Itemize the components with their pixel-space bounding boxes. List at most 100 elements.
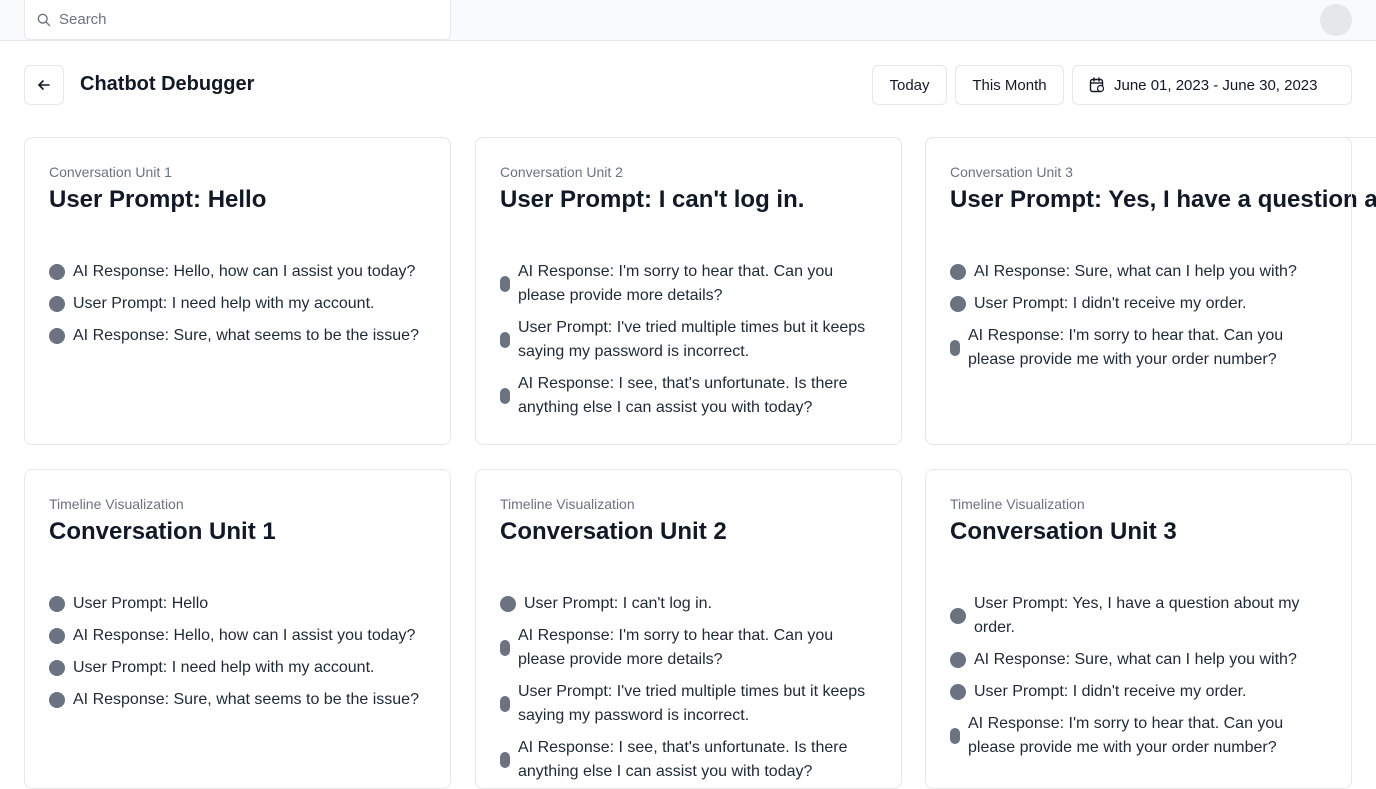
- timeline-list: User Prompt: Hello AI Response: Hello, ho…: [49, 592, 429, 720]
- this-month-button[interactable]: This Month: [955, 65, 1064, 105]
- message-text: AI Response: Hello, how can I assist you…: [73, 263, 416, 280]
- message-text: AI Response: Sure, what can I help you w…: [974, 263, 1297, 280]
- timeline-list: User Prompt: Yes, I have a question abou…: [950, 592, 1330, 768]
- date-range-label: June 01, 2023 - June 30, 2023: [1114, 76, 1318, 94]
- message-text: AI Response: Sure, what seems to be the …: [73, 691, 419, 708]
- card-title: Conversation Unit 1: [49, 518, 276, 545]
- timeline-card-3: Timeline Visualization Conversation Unit…: [925, 469, 1352, 789]
- timeline-dot-icon: [950, 684, 966, 700]
- calendar-icon: [1089, 77, 1105, 93]
- message-item: AI Response: Sure, what seems to be the …: [49, 688, 429, 712]
- timeline-dot-icon: [500, 596, 516, 612]
- message-item: User Prompt: Hello: [49, 592, 429, 616]
- card-title: User Prompt: I can't log in.: [500, 186, 805, 213]
- message-item: AI Response: I'm sorry to hear that. Can…: [500, 624, 880, 672]
- message-text: User Prompt: Yes, I have a question abou…: [974, 595, 1300, 636]
- message-item: User Prompt: I need help with my account…: [49, 656, 429, 680]
- message-item: AI Response: I see, that's unfortunate. …: [500, 736, 880, 784]
- date-range-picker[interactable]: June 01, 2023 - June 30, 2023: [1072, 65, 1352, 105]
- message-text: AI Response: I see, that's unfortunate. …: [518, 739, 848, 780]
- timeline-dot-icon: [500, 276, 510, 292]
- message-item: User Prompt: Yes, I have a question abou…: [950, 592, 1330, 640]
- message-item: AI Response: I see, that's unfortunate. …: [500, 372, 880, 420]
- conversation-card-2: Conversation Unit 2 User Prompt: I can't…: [475, 137, 902, 445]
- message-item: AI Response: I'm sorry to hear that. Can…: [950, 712, 1330, 760]
- timeline-list: User Prompt: I can't log in. AI Response:…: [500, 592, 880, 788]
- search-input[interactable]: [59, 11, 439, 28]
- timeline-dot-icon: [500, 696, 510, 712]
- timeline-dot-icon: [500, 640, 510, 656]
- message-text: User Prompt: I've tried multiple times b…: [518, 319, 866, 360]
- timeline-dot-icon: [950, 652, 966, 668]
- timeline-dot-icon: [500, 752, 510, 768]
- message-text: AI Response: Sure, what seems to be the …: [73, 327, 419, 344]
- message-item: User Prompt: I've tried multiple times b…: [500, 680, 880, 728]
- search-box[interactable]: [24, 0, 451, 40]
- timeline-dot-icon: [49, 296, 65, 312]
- conversation-card-1: Conversation Unit 1 User Prompt: Hello A…: [24, 137, 451, 445]
- timeline-dot-icon: [49, 692, 65, 708]
- card-title: Conversation Unit 2: [500, 518, 727, 545]
- message-text: AI Response: I'm sorry to hear that. Can…: [968, 715, 1284, 756]
- card-kicker: Timeline Visualization: [950, 496, 1085, 512]
- avatar[interactable]: [1320, 4, 1352, 36]
- page-title: Chatbot Debugger: [80, 73, 255, 95]
- timeline-dot-icon: [950, 296, 966, 312]
- message-item: AI Response: Hello, how can I assist you…: [49, 260, 429, 284]
- message-item: AI Response: Sure, what seems to be the …: [49, 324, 429, 348]
- message-text: User Prompt: I didn't receive my order.: [974, 683, 1247, 700]
- timeline-dot-icon: [49, 328, 65, 344]
- timeline-card-1: Timeline Visualization Conversation Unit…: [24, 469, 451, 789]
- card-kicker: Timeline Visualization: [500, 496, 635, 512]
- today-button[interactable]: Today: [872, 65, 947, 105]
- timeline-dot-icon: [950, 608, 966, 624]
- card-title: User Prompt: Hello: [49, 186, 267, 213]
- message-item: User Prompt: I've tried multiple times b…: [500, 316, 880, 364]
- message-item: User Prompt: I need help with my account…: [49, 292, 429, 316]
- card-title: Conversation Unit 3: [950, 518, 1177, 545]
- timeline-dot-icon: [49, 264, 65, 280]
- message-list: AI Response: Sure, what can I help you w…: [950, 260, 1330, 380]
- back-button[interactable]: [24, 65, 64, 105]
- message-item: AI Response: I'm sorry to hear that. Can…: [950, 324, 1330, 372]
- message-list: AI Response: Hello, how can I assist you…: [49, 260, 429, 356]
- timeline-dot-icon: [49, 660, 65, 676]
- message-list: AI Response: I'm sorry to hear that. Can…: [500, 260, 880, 428]
- search-icon: [37, 13, 51, 26]
- timeline-dot-icon: [500, 388, 510, 404]
- message-item: AI Response: I'm sorry to hear that. Can…: [500, 260, 880, 308]
- timeline-dot-icon: [49, 628, 65, 644]
- conversation-card-3: Conversation Unit 3 User Prompt: Yes, I …: [925, 137, 1376, 445]
- card-kicker: Conversation Unit 1: [49, 164, 172, 180]
- message-text: User Prompt: Hello: [73, 595, 209, 612]
- timeline-dot-icon: [950, 340, 960, 356]
- card-kicker: Timeline Visualization: [49, 496, 184, 512]
- card-kicker: Conversation Unit 3: [950, 164, 1073, 180]
- timeline-dot-icon: [950, 264, 966, 280]
- message-text: User Prompt: I can't log in.: [524, 595, 713, 612]
- arrow-left-icon: [38, 80, 50, 90]
- message-text: AI Response: Hello, how can I assist you…: [73, 627, 416, 644]
- message-text: AI Response: I'm sorry to hear that. Can…: [968, 327, 1284, 368]
- card-kicker: Conversation Unit 2: [500, 164, 623, 180]
- message-text: User Prompt: I've tried multiple times b…: [518, 683, 866, 724]
- message-item: AI Response: Hello, how can I assist you…: [49, 624, 429, 648]
- message-item: User Prompt: I didn't receive my order.: [950, 292, 1330, 316]
- card-title: User Prompt: Yes, I have a question abou…: [950, 186, 1376, 213]
- message-text: User Prompt: I need help with my account…: [73, 659, 375, 676]
- message-text: User Prompt: I need help with my account…: [73, 295, 375, 312]
- message-item: User Prompt: I can't log in.: [500, 592, 880, 616]
- message-item: User Prompt: I didn't receive my order.: [950, 680, 1330, 704]
- message-item: AI Response: Sure, what can I help you w…: [950, 260, 1330, 284]
- timeline-card-2: Timeline Visualization Conversation Unit…: [475, 469, 902, 789]
- message-text: AI Response: Sure, what can I help you w…: [974, 651, 1297, 668]
- message-text: AI Response: I see, that's unfortunate. …: [518, 375, 848, 416]
- timeline-dot-icon: [950, 728, 960, 744]
- message-text: AI Response: I'm sorry to hear that. Can…: [518, 627, 834, 668]
- message-text: AI Response: I'm sorry to hear that. Can…: [518, 263, 834, 304]
- message-text: User Prompt: I didn't receive my order.: [974, 295, 1247, 312]
- top-bar: [0, 0, 1376, 41]
- timeline-dot-icon: [49, 596, 65, 612]
- message-item: AI Response: Sure, what can I help you w…: [950, 648, 1330, 672]
- timeline-dot-icon: [500, 332, 510, 348]
